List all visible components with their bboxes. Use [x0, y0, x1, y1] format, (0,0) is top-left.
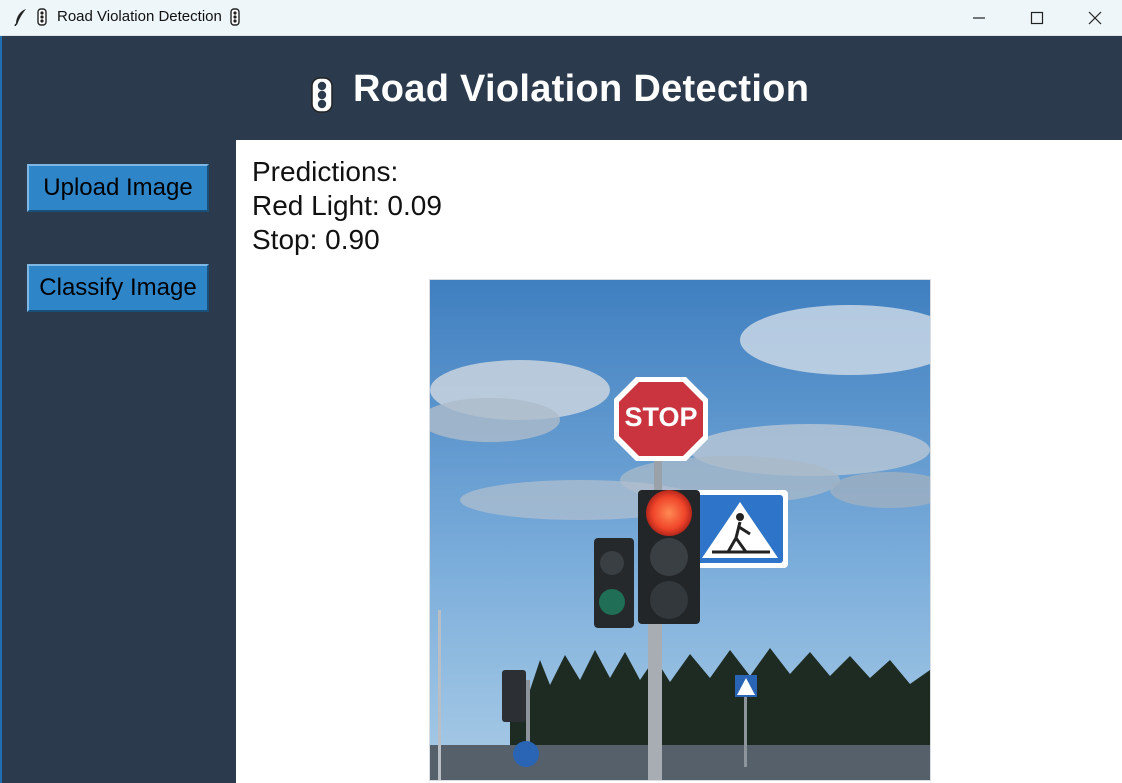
prediction-red-light: Red Light: 0.09: [252, 190, 442, 221]
close-icon: [1088, 11, 1102, 24]
window-title: Road Violation Detection: [57, 8, 222, 25]
uploaded-image: STOP: [429, 279, 931, 781]
result-panel: Predictions: Red Light: 0.09 Stop: 0.90: [236, 140, 1122, 783]
traffic-light-icon: [37, 8, 47, 31]
prediction-stop: Stop: 0.90: [252, 224, 380, 255]
stop-sign-text: STOP: [624, 402, 697, 432]
minimize-icon: [973, 16, 985, 19]
predictions-heading: Predictions:: [252, 156, 399, 187]
feather-icon: [14, 8, 28, 31]
maximize-icon: [1030, 11, 1044, 24]
title-bar: Road Violation Detection: [0, 0, 1122, 36]
traffic-light-icon: [310, 77, 334, 118]
close-button[interactable]: [1066, 0, 1122, 35]
maximize-button[interactable]: [1008, 0, 1066, 35]
page-title: Road Violation Detection: [353, 68, 810, 110]
upload-image-button[interactable]: Upload Image: [27, 164, 209, 212]
traffic-light-icon: [230, 8, 240, 31]
minimize-button[interactable]: [950, 0, 1008, 35]
classify-image-button[interactable]: Classify Image: [27, 264, 209, 312]
